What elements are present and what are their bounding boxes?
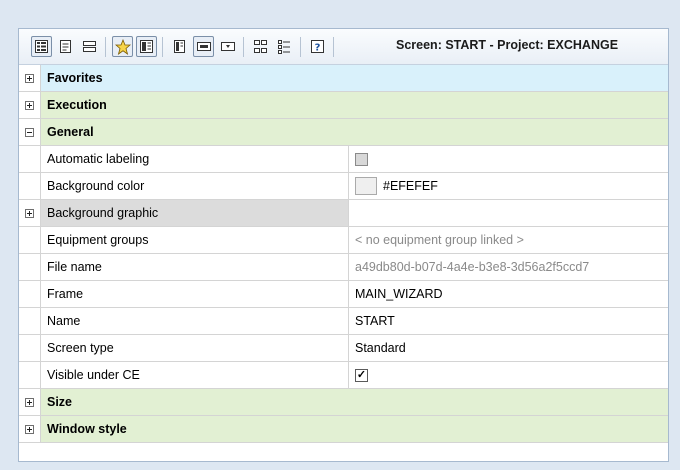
list-icon [278, 40, 290, 54]
input-field-button[interactable] [193, 36, 214, 57]
help-button[interactable]: ? [307, 36, 328, 57]
toolbar-separator [162, 37, 163, 57]
property-name: Frame [41, 281, 349, 307]
property-row-name[interactable]: Name START [19, 308, 668, 335]
expand-icon[interactable] [25, 208, 34, 218]
property-value: a49db80d-b07d-4a4e-b3e8-3d56a2f5ccd7 [355, 260, 590, 274]
property-name: File name [41, 254, 349, 280]
category-label: Favorites [47, 71, 103, 85]
property-row-automatic-labeling[interactable]: Automatic labeling [19, 146, 668, 173]
visible-under-ce-checkbox[interactable]: ✓ [355, 368, 368, 382]
combo-field-button[interactable] [217, 36, 238, 57]
property-name: Background color [41, 173, 349, 199]
expand-icon[interactable] [25, 73, 34, 83]
toolbar-title: Screen: START - Project: EXCHANGE [396, 38, 619, 52]
category-general[interactable]: General [19, 119, 668, 146]
expand-all-icon [254, 40, 267, 53]
collapse-icon [83, 41, 96, 52]
property-row-frame[interactable]: Frame MAIN_WIZARD [19, 281, 668, 308]
combo-field-icon [220, 42, 235, 51]
category-label: Size [47, 395, 73, 409]
toolbar-separator [243, 37, 244, 57]
property-value[interactable]: START [349, 308, 668, 334]
property-value[interactable]: MAIN_WIZARD [349, 281, 668, 307]
property-name: Visible under CE [41, 362, 349, 388]
detail-view-button[interactable] [169, 36, 190, 57]
property-name: Screen type [41, 335, 349, 361]
expand-icon[interactable] [25, 397, 34, 407]
svg-text:?: ? [315, 43, 321, 54]
property-value: #EFEFEF [383, 179, 438, 193]
toolbar: ? Screen: START - Project: EXCHANGE [19, 29, 668, 65]
alphabetical-button[interactable] [136, 36, 157, 57]
properties-page-button[interactable] [55, 36, 76, 57]
properties-page-icon [60, 40, 71, 53]
property-row-visible-under-ce[interactable]: Visible under CE ✓ [19, 362, 668, 389]
input-field-icon [196, 42, 211, 51]
property-row-screen-type[interactable]: Screen type Standard [19, 335, 668, 362]
categorized-view-button[interactable] [31, 36, 52, 57]
category-label: General [47, 125, 94, 139]
favorites-star-icon [114, 38, 131, 55]
property-row-background-graphic[interactable]: Background graphic [19, 200, 668, 227]
toolbar-separator [105, 37, 106, 57]
property-row-file-name[interactable]: File name a49db80d-b07d-4a4e-b3e8-3d56a2… [19, 254, 668, 281]
color-swatch[interactable] [355, 177, 377, 195]
collapse-button[interactable] [79, 36, 100, 57]
property-value [349, 200, 668, 226]
category-favorites[interactable]: Favorites [19, 65, 668, 92]
properties-window: ? Screen: START - Project: EXCHANGE Favo… [18, 28, 669, 462]
alphabetical-icon [140, 40, 153, 53]
favorites-button[interactable] [112, 36, 133, 57]
category-size[interactable]: Size [19, 389, 668, 416]
category-label: Execution [47, 98, 107, 112]
category-window-style[interactable]: Window style [19, 416, 668, 443]
property-name: Background graphic [41, 200, 349, 226]
category-label: Window style [47, 422, 127, 436]
collapse-icon[interactable] [25, 127, 34, 137]
property-name: Automatic labeling [41, 146, 349, 172]
list-button[interactable] [274, 36, 295, 57]
property-value[interactable]: Standard [349, 335, 668, 361]
property-name: Name [41, 308, 349, 334]
detail-view-icon [174, 40, 185, 53]
property-row-background-color[interactable]: Background color #EFEFEF [19, 173, 668, 200]
toolbar-separator [300, 37, 301, 57]
property-value: < no equipment group linked > [355, 233, 524, 247]
property-name: Equipment groups [41, 227, 349, 253]
help-icon: ? [311, 40, 324, 54]
property-row-equipment-groups[interactable]: Equipment groups < no equipment group li… [19, 227, 668, 254]
expand-all-button[interactable] [250, 36, 271, 57]
automatic-labeling-checkbox[interactable] [355, 152, 368, 166]
property-grid: Favorites Execution General Automatic la… [19, 65, 668, 443]
category-execution[interactable]: Execution [19, 92, 668, 119]
expand-icon[interactable] [25, 424, 34, 434]
categorized-view-icon [35, 40, 48, 53]
expand-icon[interactable] [25, 100, 34, 110]
toolbar-separator [333, 37, 334, 57]
